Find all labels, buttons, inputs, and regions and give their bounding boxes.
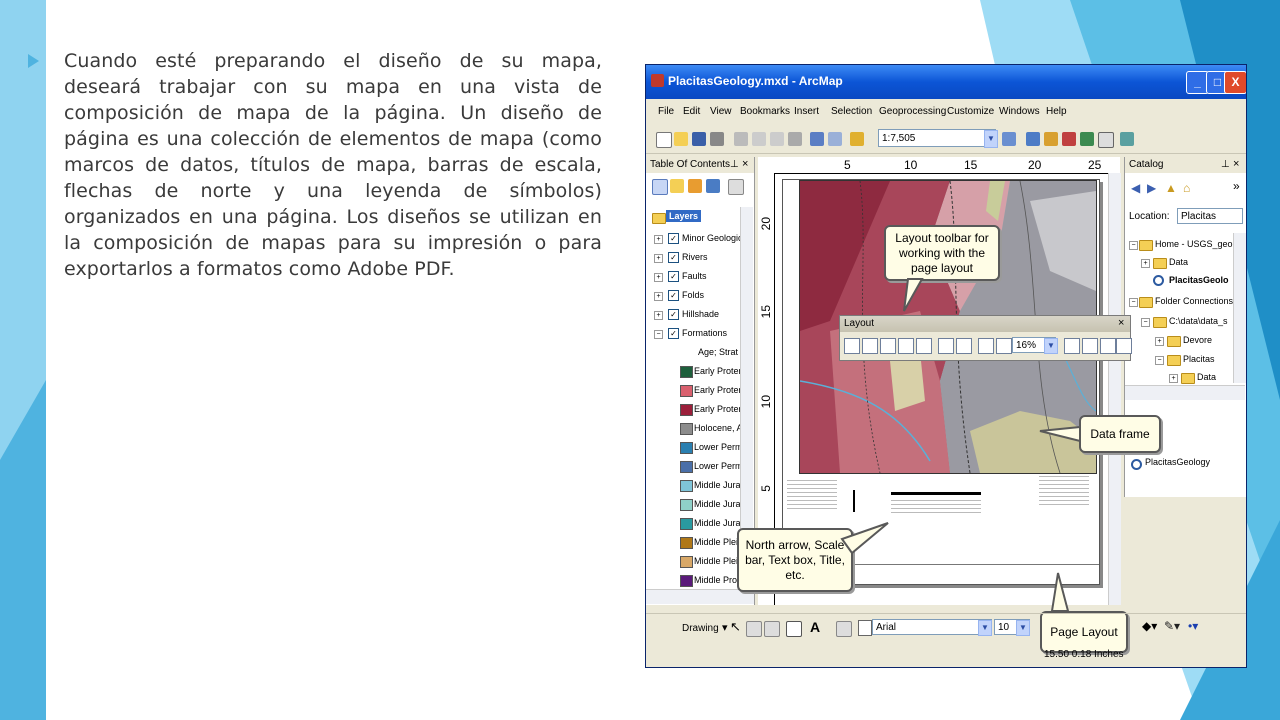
callout-pointer <box>903 278 924 312</box>
callout-pointer <box>1050 572 1070 612</box>
edit-vertices-icon[interactable] <box>836 621 852 637</box>
status-bar: 15.50 0.18 Inches <box>646 645 1246 667</box>
marker-color-icon[interactable]: •▾ <box>1188 619 1198 633</box>
rectangle-icon[interactable] <box>786 621 802 637</box>
line-color-icon[interactable]: ✎▾ <box>1164 619 1180 633</box>
text-tool-icon[interactable]: A <box>810 619 820 635</box>
callout-pointers <box>840 278 1081 612</box>
arcmap-window: PlacitasGeology.mxd - ArcMap _ □ X File … <box>645 64 1247 668</box>
bullet-block: Cuando esté preparando el diseño de su m… <box>28 48 602 282</box>
size-dropdown-arrow-icon[interactable]: ▼ <box>1016 620 1030 636</box>
font-icon <box>858 620 872 636</box>
fill-color-icon[interactable]: ◆▾ <box>1142 619 1157 633</box>
drawing-menu[interactable]: Drawing <box>682 623 719 634</box>
select-elements-icon[interactable]: ↖ <box>730 619 741 635</box>
font-name-select[interactable]: Arial <box>872 619 992 635</box>
callout-pointer <box>1039 425 1081 443</box>
rotate-icon[interactable] <box>746 621 762 637</box>
font-dropdown-arrow-icon[interactable]: ▼ <box>978 620 992 636</box>
zoom-to-selected-icon[interactable] <box>764 621 780 637</box>
drawing-toolbar: Drawing ▾ ↖ A Arial ▼ 10 ▼ ◆▾ ✎▾ •▾ <box>646 613 1246 642</box>
bullet-arrow-icon <box>28 54 39 68</box>
dropdown-arrow-icon[interactable]: ▾ <box>722 621 728 634</box>
status-coordinates: 15.50 0.18 Inches <box>1044 649 1124 660</box>
bullet-text: Cuando esté preparando el diseño de su m… <box>64 50 602 280</box>
callout-pointer <box>840 522 889 555</box>
